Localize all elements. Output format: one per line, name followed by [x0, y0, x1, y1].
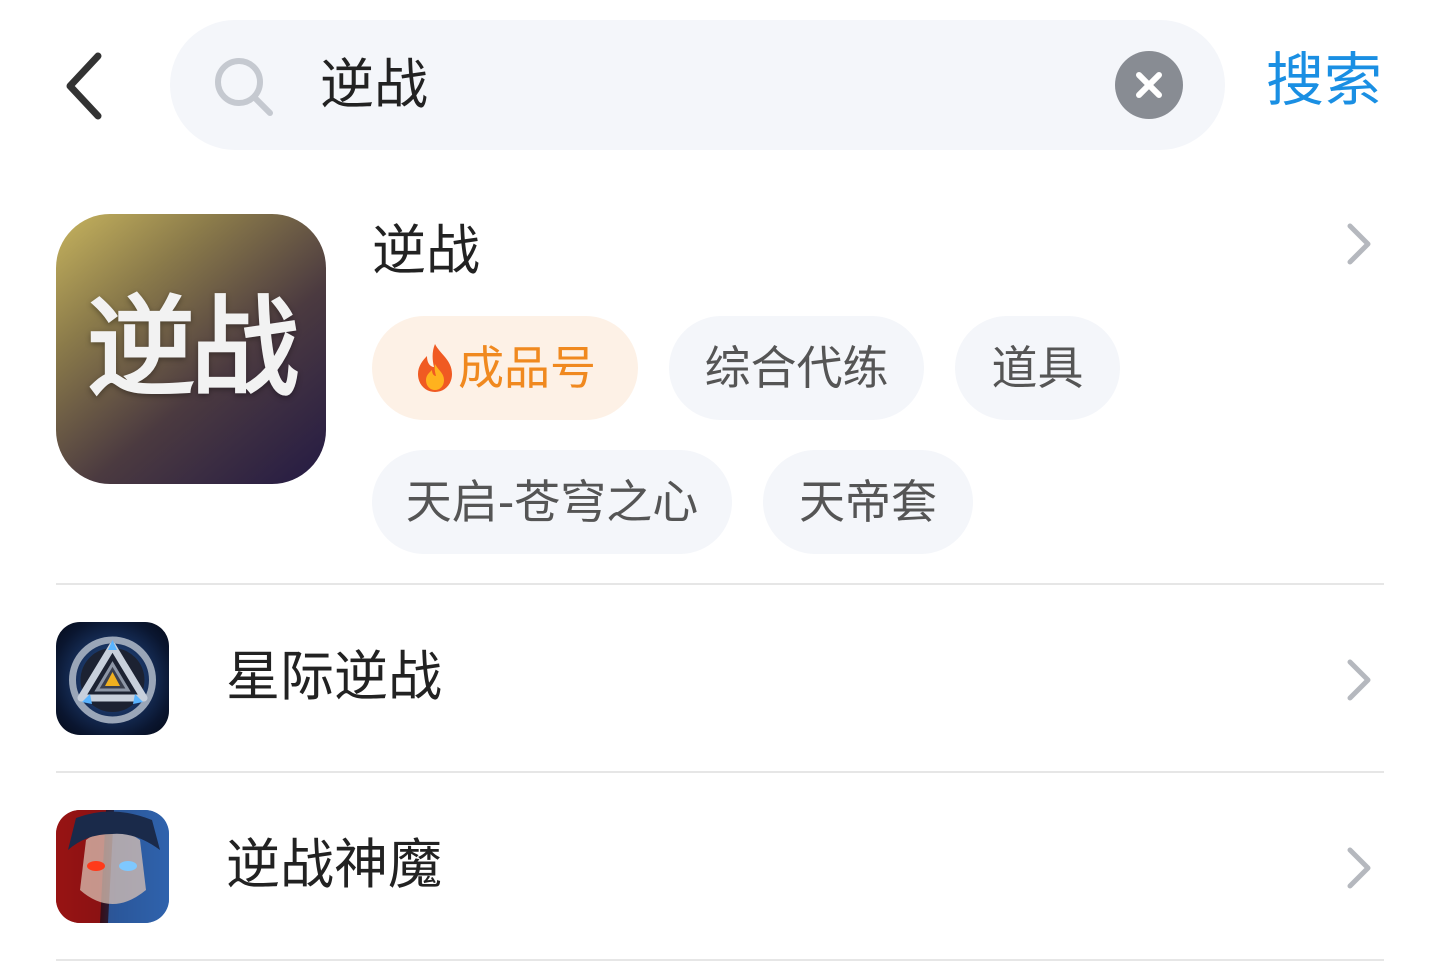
featured-title[interactable]: 逆战 [372, 218, 480, 284]
fire-icon [414, 316, 456, 420]
featured-logo-text: 逆战 [86, 286, 299, 411]
search-submit-button[interactable]: 搜索 [1266, 42, 1382, 118]
chevron-left-icon [66, 52, 102, 120]
divider [56, 583, 1384, 585]
list-item[interactable]: 星际逆战 [0, 586, 1440, 772]
search-box[interactable]: 逆战 [170, 20, 1225, 150]
tag-label: 综合代练 [704, 341, 889, 395]
starship-emblem-icon [56, 622, 169, 735]
tag-tiandi-tao[interactable]: 天帝套 [763, 450, 973, 554]
tag-label: 天启-苍穹之心 [405, 475, 699, 529]
tag-label: 天帝套 [799, 475, 937, 529]
featured-game-logo[interactable]: 逆战 [56, 214, 326, 484]
list-item[interactable]: 逆战神魔 [0, 774, 1440, 960]
divider [56, 959, 1384, 961]
tag-zonghe-dailian[interactable]: 综合代练 [669, 316, 924, 420]
back-button[interactable] [52, 46, 122, 126]
search-input[interactable]: 逆战 [320, 50, 428, 120]
chevron-right-icon [1340, 846, 1376, 890]
chevron-right-icon [1340, 658, 1376, 702]
tag-tianqi-cangqiong[interactable]: 天启-苍穹之心 [372, 450, 732, 554]
tag-label: 成品号 [458, 341, 596, 395]
close-icon [1136, 72, 1162, 98]
list-item-label: 星际逆战 [226, 645, 442, 708]
tag-chengpinhao[interactable]: 成品号 [372, 316, 638, 420]
search-icon [215, 58, 273, 116]
tag-daoju[interactable]: 道具 [955, 316, 1120, 420]
warrior-face-icon [56, 810, 169, 923]
list-item-label: 逆战神魔 [226, 833, 442, 896]
featured-chevron-right-icon[interactable] [1340, 222, 1376, 266]
tag-label: 道具 [991, 341, 1084, 395]
divider [56, 771, 1384, 773]
clear-search-button[interactable] [1115, 51, 1183, 119]
